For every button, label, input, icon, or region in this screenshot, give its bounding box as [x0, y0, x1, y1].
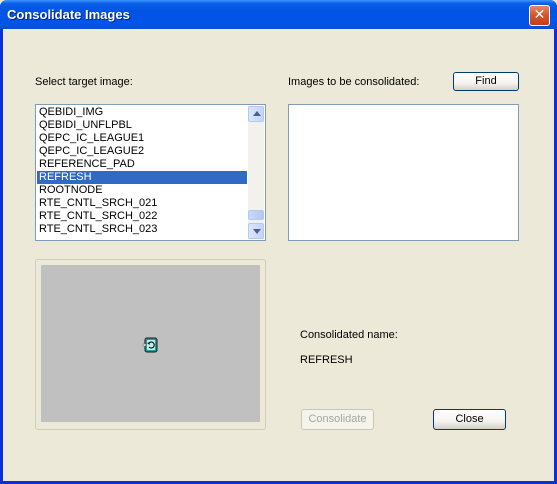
images-to-consolidate-listbox[interactable] [288, 104, 519, 241]
scroll-thumb[interactable] [248, 210, 264, 220]
list-item[interactable]: QEBIDI_UNFLPBL [37, 119, 247, 132]
list-item[interactable]: REFERENCE_PAD [37, 158, 247, 171]
image-preview [41, 265, 260, 422]
close-button[interactable]: Close [433, 409, 506, 430]
consolidated-name-value: REFRESH [300, 354, 353, 366]
target-list-scrollbar[interactable] [248, 106, 264, 239]
scroll-up-button[interactable] [248, 106, 264, 122]
images-to-consolidate-label: Images to be consolidated: [288, 76, 420, 88]
list-item[interactable]: RTE_CNTL_SRCH_021 [37, 197, 247, 210]
title-bar[interactable]: Consolidate Images ✕ [0, 0, 557, 29]
target-image-listbox[interactable]: QEBIDI_IMG QEBIDI_UNFLPBL QEPC_IC_LEAGUE1 Q… [35, 104, 266, 241]
close-button-label: Close [455, 413, 484, 425]
find-button[interactable]: Find [453, 72, 519, 91]
list-item[interactable]: ROOTNODE [37, 184, 247, 197]
list-item[interactable]: QEBIDI_IMG [37, 106, 247, 119]
refresh-icon [142, 337, 158, 353]
list-item[interactable]: QEPC_IC_LEAGUE1 [37, 132, 247, 145]
scroll-down-button[interactable] [248, 223, 264, 239]
window-title: Consolidate Images [7, 7, 130, 22]
list-item[interactable]: RTE_CNTL_SRCH_023 [37, 223, 247, 236]
find-button-label: Find [475, 75, 497, 87]
scroll-up-icon [253, 111, 261, 116]
select-target-label: Select target image: [35, 76, 133, 88]
list-item[interactable]: QEPC_IC_LEAGUE2 [37, 145, 247, 158]
consolidate-button-label: Consolidate [308, 413, 367, 425]
list-item[interactable]: RTE_CNTL_SRCH_022 [37, 210, 247, 223]
list-item[interactable]: REFRESH [37, 171, 247, 184]
image-preview-frame [35, 259, 266, 430]
scroll-down-icon [253, 229, 261, 234]
target-image-list[interactable]: QEBIDI_IMG QEBIDI_UNFLPBL QEPC_IC_LEAGUE1 Q… [37, 106, 247, 239]
consolidated-name-label: Consolidated name: [300, 329, 398, 341]
close-window-button[interactable]: ✕ [529, 5, 550, 26]
consolidate-button[interactable]: Consolidate [301, 409, 374, 430]
